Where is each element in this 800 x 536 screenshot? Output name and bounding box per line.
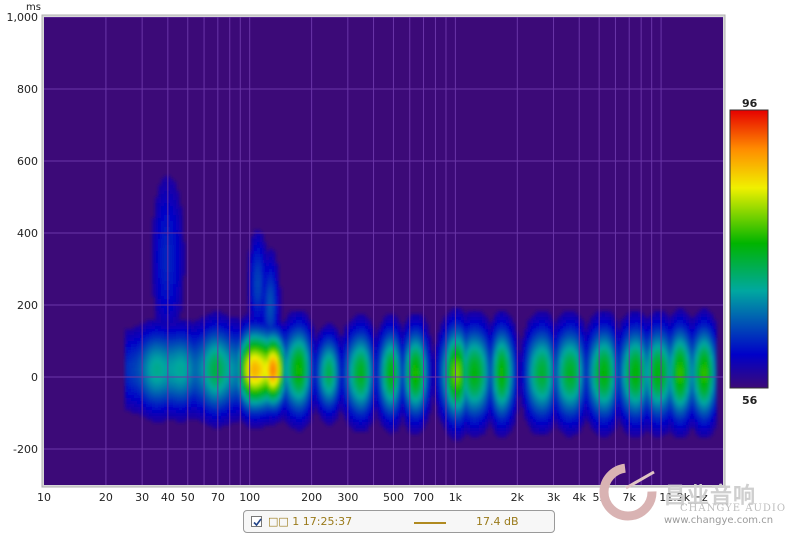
x-tick-label: 40 — [161, 491, 175, 504]
y-axis-unit: ms — [26, 2, 41, 13]
x-tick-label: 10 — [37, 491, 51, 504]
y-tick-label: 400 — [17, 227, 38, 240]
y-tick-label: 200 — [17, 299, 38, 312]
x-tick-label: 500 — [383, 491, 404, 504]
legend-series-name: □□ 1 17:25:37 — [268, 515, 353, 528]
y-tick-label: 0 — [31, 371, 38, 384]
legend-series-value: 17.4 dB — [476, 515, 519, 528]
legend-swatch — [414, 522, 446, 524]
x-tick-label: 1k — [449, 491, 463, 504]
y-tick-label: 800 — [17, 83, 38, 96]
colorbar-min-label: 56 — [742, 394, 758, 407]
colorbar — [729, 109, 769, 389]
y-axis-ticks: 1,0008006004002000-200 — [7, 11, 39, 456]
y-tick-label: 600 — [17, 155, 38, 168]
y-tick-label: -200 — [13, 443, 38, 456]
x-tick-label: 200 — [301, 491, 322, 504]
legend-checkbox[interactable] — [251, 516, 262, 527]
legend: □□ 1 17:25:37 17.4 dB — [243, 510, 555, 533]
x-tick-label: 2k — [511, 491, 525, 504]
x-tick-label: 3k — [547, 491, 561, 504]
x-tick-label: 300 — [337, 491, 358, 504]
colorbar-max-label: 96 — [742, 97, 758, 110]
watermark-url: www.changye.com.cn — [664, 515, 774, 526]
x-tick-label: 20 — [99, 491, 113, 504]
watermark-subtitle: CHANGYE AUDIO — [680, 503, 787, 514]
x-tick-label: 700 — [413, 491, 434, 504]
x-tick-label: 4k — [573, 491, 587, 504]
watermark-logo-icon — [599, 463, 657, 521]
x-tick-label: 50 — [181, 491, 195, 504]
x-tick-label: 100 — [239, 491, 260, 504]
spectrogram-chart: 10 20 30 40 50 70 100 200 300 500 700 1k 2k 3k 4k 5k 7k 1… — [7, 2, 769, 504]
x-tick-label: 70 — [211, 491, 225, 504]
x-tick-label: 30 — [135, 491, 149, 504]
